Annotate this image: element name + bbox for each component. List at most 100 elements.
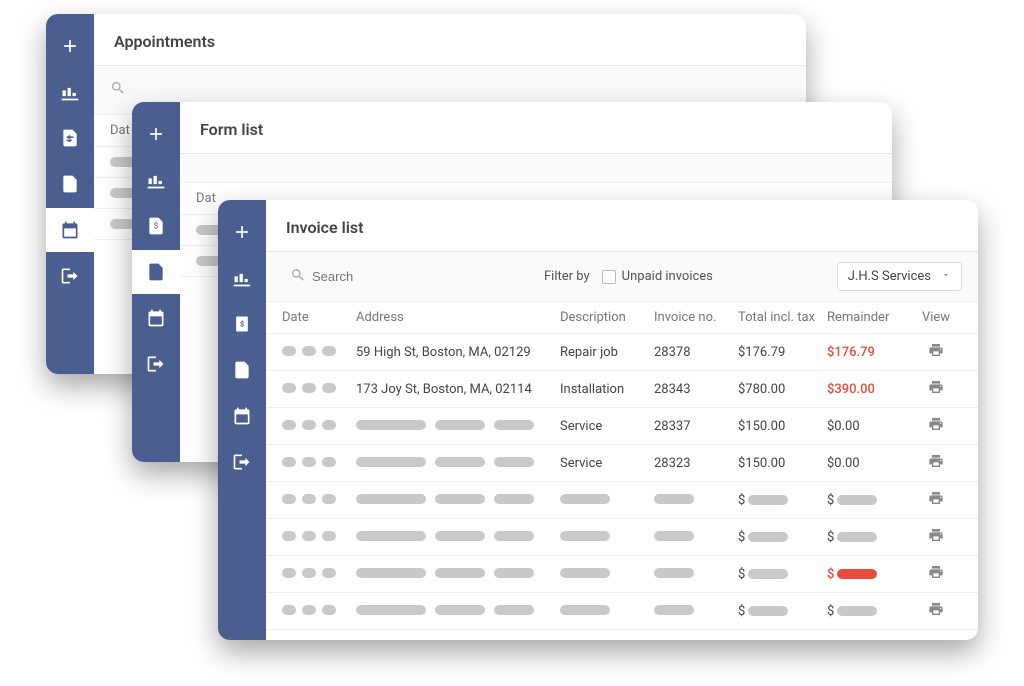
unpaid-invoices-checkbox[interactable]: Unpaid invoices [602, 269, 713, 284]
cell-address: 173 Joy St, Boston, MA, 02114 [356, 382, 556, 397]
table-row: $ $ [266, 630, 978, 640]
search-box[interactable] [282, 263, 532, 291]
table-row: Service28323$150.00$0.00 [266, 445, 978, 482]
search-icon [110, 80, 126, 100]
col-total: Total incl. tax [738, 310, 823, 325]
cell-remainder: $0.00 [827, 419, 912, 434]
search-input[interactable] [312, 269, 512, 284]
toolbar [180, 154, 892, 183]
print-icon[interactable] [928, 453, 944, 469]
cell-description [560, 493, 650, 508]
cell-remainder: $ [827, 604, 912, 619]
chevron-down-icon [941, 269, 951, 284]
col-remainder: Remainder [827, 310, 912, 325]
cell-date [282, 382, 352, 397]
col-address: Address [356, 310, 556, 325]
cell-address [356, 530, 556, 545]
cell-date [282, 456, 352, 471]
cell-remainder: $ [827, 493, 912, 508]
cell-description [560, 530, 650, 545]
cell-invoice-no: 28343 [654, 382, 734, 397]
cell-total: $176.79 [738, 345, 823, 360]
sidebar-invoices[interactable]: $ [132, 204, 180, 248]
table-row: $ $ [266, 482, 978, 519]
cell-invoice-no [654, 604, 734, 619]
col-view: View [916, 310, 956, 325]
svg-text:$: $ [67, 133, 72, 144]
cell-invoice-no: 28378 [654, 345, 734, 360]
sidebar: $ [218, 200, 266, 640]
cell-date [282, 419, 352, 434]
svg-text:$: $ [154, 221, 159, 232]
sidebar: $ [132, 102, 180, 462]
table-row: $ $ [266, 593, 978, 630]
col-invoice-no: Invoice no. [654, 310, 734, 325]
sidebar-add[interactable] [132, 112, 180, 156]
cell-address: 59 High St, Boston, MA, 02129 [356, 345, 556, 360]
sidebar-forms[interactable] [132, 250, 180, 294]
cell-invoice-no: 28323 [654, 456, 734, 471]
sidebar-forms[interactable] [46, 162, 94, 206]
sidebar-logout[interactable] [218, 440, 266, 484]
sidebar-logout[interactable] [46, 254, 94, 298]
table-row: $ $ [266, 556, 978, 593]
print-icon[interactable] [928, 379, 944, 395]
col-date: Date [282, 310, 352, 325]
cell-view [916, 490, 956, 510]
cell-total: $150.00 [738, 456, 823, 471]
sidebar-chart[interactable] [132, 158, 180, 202]
company-selected-value: J.H.S Services [848, 269, 931, 284]
search-icon [290, 267, 306, 287]
page-title: Appointments [94, 14, 806, 66]
sidebar-appointments[interactable] [132, 296, 180, 340]
sidebar-chart[interactable] [46, 70, 94, 114]
sidebar-appointments[interactable] [46, 208, 94, 252]
cell-date [282, 493, 352, 508]
cell-description: Repair job [560, 345, 650, 360]
checkbox-icon [602, 270, 616, 284]
cell-view [916, 379, 956, 399]
sidebar-logout[interactable] [132, 342, 180, 386]
company-select[interactable]: J.H.S Services [837, 262, 962, 291]
print-icon[interactable] [928, 638, 944, 640]
print-icon[interactable] [928, 564, 944, 580]
sidebar-add[interactable] [218, 210, 266, 254]
unpaid-label: Unpaid invoices [622, 269, 713, 284]
cell-date [282, 530, 352, 545]
invoice-table: Date Address Description Invoice no. Tot… [266, 302, 978, 640]
cell-view [916, 527, 956, 547]
sidebar-appointments[interactable] [218, 394, 266, 438]
cell-total: $ [738, 493, 823, 508]
cell-remainder: $ [827, 530, 912, 545]
cell-date [282, 604, 352, 619]
cell-total: $ [738, 567, 823, 582]
print-icon[interactable] [928, 601, 944, 617]
cell-view [916, 416, 956, 436]
cell-address [356, 604, 556, 619]
cell-description: Service [560, 419, 650, 434]
sidebar-add[interactable] [46, 24, 94, 68]
sidebar-forms[interactable] [218, 348, 266, 392]
cell-invoice-no [654, 530, 734, 545]
print-icon[interactable] [928, 342, 944, 358]
sidebar-invoices[interactable]: $ [46, 116, 94, 160]
cell-description [560, 604, 650, 619]
sidebar-invoices[interactable]: $ [218, 302, 266, 346]
print-icon[interactable] [928, 527, 944, 543]
cell-remainder: $ [827, 567, 912, 582]
cell-invoice-no [654, 493, 734, 508]
cell-invoice-no [654, 567, 734, 582]
svg-text:$: $ [240, 320, 244, 329]
cell-date [282, 567, 352, 582]
cell-description: Service [560, 456, 650, 471]
print-icon[interactable] [928, 490, 944, 506]
cell-address [356, 567, 556, 582]
print-icon[interactable] [928, 416, 944, 432]
table-row: $ $ [266, 519, 978, 556]
table-row: 173 Joy St, Boston, MA, 02114Installatio… [266, 371, 978, 408]
cell-invoice-no: 28337 [654, 419, 734, 434]
cell-date [282, 345, 352, 360]
sidebar-chart[interactable] [218, 256, 266, 300]
table-row: 59 High St, Boston, MA, 02129 Repair job 2… [266, 334, 978, 371]
cell-total: $780.00 [738, 382, 823, 397]
